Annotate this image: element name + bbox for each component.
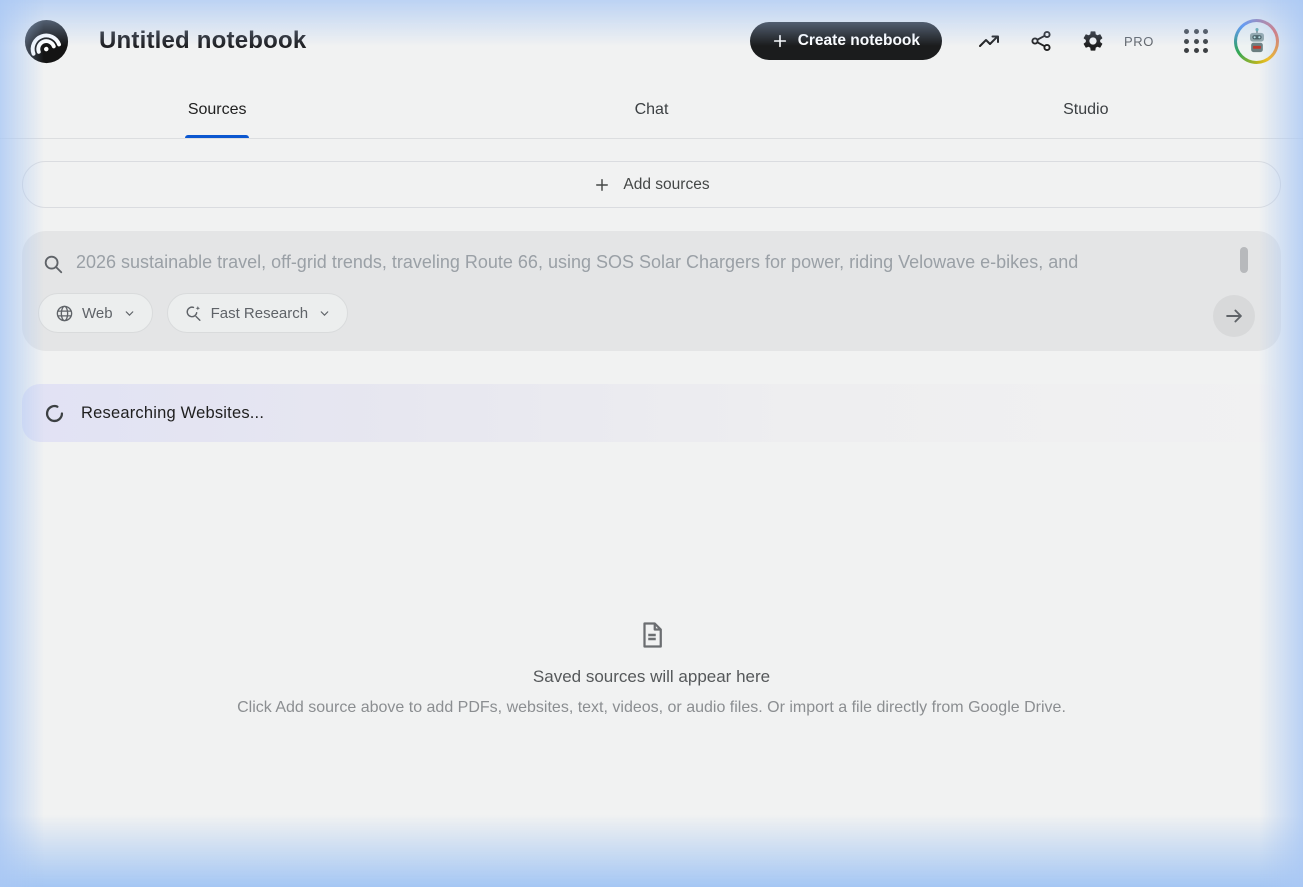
plus-icon [593, 176, 611, 194]
empty-state-description: Click Add source above to add PDFs, webs… [22, 699, 1281, 717]
avatar-robot-image [1237, 22, 1276, 61]
share-icon[interactable] [1028, 28, 1054, 54]
main-tabs: Sources Chat Studio [0, 82, 1303, 139]
tab-chat[interactable]: Chat [434, 82, 868, 138]
research-status-bar: Researching Websites... [22, 384, 1281, 442]
submit-search-button[interactable] [1213, 295, 1255, 337]
tab-studio[interactable]: Studio [869, 82, 1303, 138]
settings-gear-icon[interactable] [1080, 28, 1106, 54]
arrow-right-icon [1223, 305, 1245, 327]
research-status-text: Researching Websites... [81, 404, 264, 423]
sources-panel: Add sources Web [0, 139, 1303, 717]
edge-glow-bottom [0, 815, 1303, 887]
user-avatar[interactable] [1234, 19, 1279, 64]
search-option-chips: Web Fast Research [38, 293, 1261, 333]
sources-empty-state: Saved sources will appear here Click Add… [22, 620, 1281, 717]
tab-studio-label: Studio [1063, 101, 1108, 119]
google-apps-icon[interactable] [1184, 29, 1208, 53]
create-notebook-button[interactable]: Create notebook [750, 22, 942, 60]
fast-research-chip[interactable]: Fast Research [167, 293, 349, 333]
globe-icon [55, 304, 74, 323]
discover-sources-input[interactable] [76, 247, 1261, 277]
input-scrollbar-thumb[interactable] [1240, 247, 1248, 273]
empty-state-title: Saved sources will appear here [22, 667, 1281, 687]
create-notebook-label: Create notebook [798, 32, 920, 50]
add-sources-button[interactable]: Add sources [22, 161, 1281, 208]
header-actions: Create notebook PRO [750, 19, 1279, 64]
discover-sources-box: Web Fast Research [22, 231, 1281, 351]
add-sources-label: Add sources [623, 176, 709, 194]
search-icon [42, 253, 64, 275]
web-chip-label: Web [82, 305, 113, 322]
research-sparkle-icon [184, 304, 203, 323]
document-icon [637, 620, 667, 650]
loading-spinner-icon [44, 403, 65, 424]
pro-badge: PRO [1124, 34, 1154, 49]
tab-chat-label: Chat [635, 101, 669, 119]
notebook-title[interactable]: Untitled notebook [99, 27, 306, 55]
fast-research-chip-label: Fast Research [211, 305, 309, 322]
notebooklm-logo-icon[interactable] [24, 19, 69, 64]
tab-sources-label: Sources [188, 101, 247, 119]
app-header: Untitled notebook Create notebook PRO [0, 0, 1303, 82]
chevron-down-icon [318, 307, 331, 320]
analytics-trending-icon[interactable] [976, 28, 1002, 54]
tab-sources[interactable]: Sources [0, 82, 434, 138]
active-tab-underline [185, 135, 249, 138]
web-source-chip[interactable]: Web [38, 293, 153, 333]
plus-icon [772, 33, 788, 49]
chevron-down-icon [123, 307, 136, 320]
